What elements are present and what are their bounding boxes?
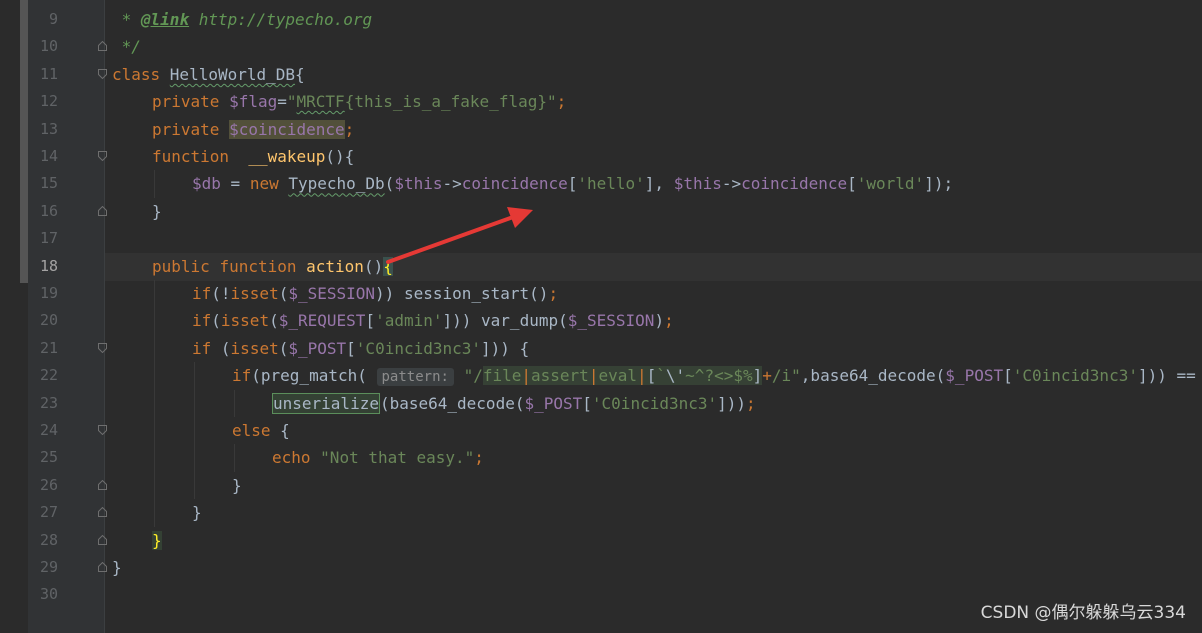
csdn-watermark: CSDN @偶尔躲躲乌云334 bbox=[980, 603, 1186, 623]
red-annotation-arrow bbox=[386, 207, 533, 264]
code-editor[interactable]: 9 * @link http://typecho.org 10 */11 class… bbox=[0, 0, 1202, 633]
